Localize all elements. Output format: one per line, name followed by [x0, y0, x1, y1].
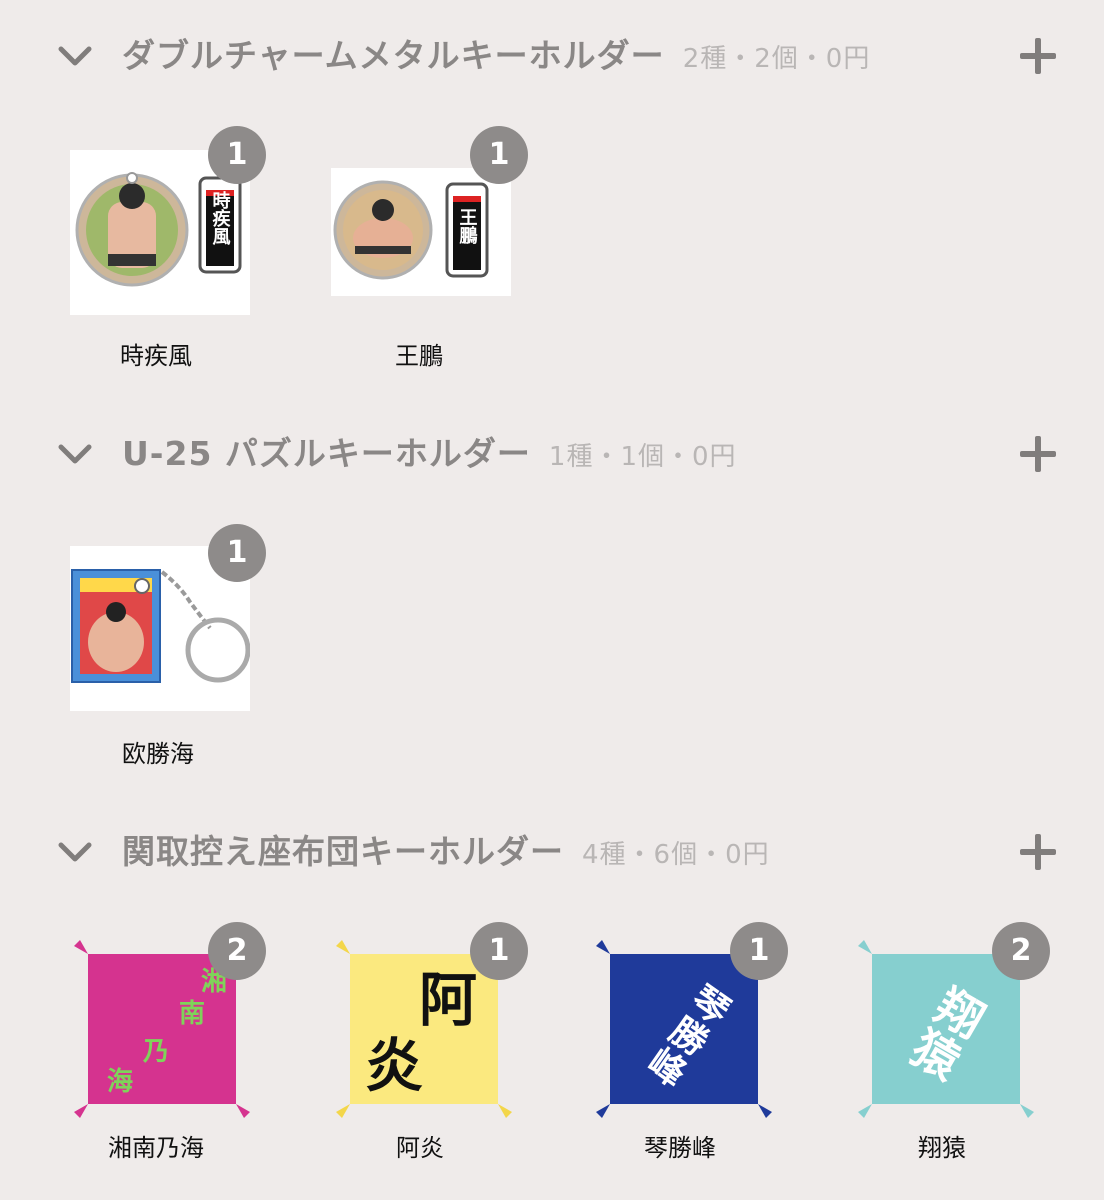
- item-label: 湘南乃海: [108, 1134, 204, 1162]
- charm-tag-text: 時疾風: [210, 191, 231, 246]
- plus-icon[interactable]: [1020, 38, 1056, 74]
- chevron-down-icon[interactable]: [58, 442, 92, 466]
- count-badge: 1: [208, 126, 266, 184]
- svg-text:南: 南: [179, 999, 205, 1029]
- section-stats: 1種・1個・0円: [548, 442, 737, 472]
- item-label: 阿炎: [396, 1134, 444, 1162]
- item-label: 欧勝海: [122, 740, 194, 768]
- section-header-zabuton[interactable]: 関取控え座布団キーホルダー 4種・6個・0円: [0, 822, 1104, 882]
- item-label: 琴勝峰: [644, 1134, 716, 1162]
- plus-icon[interactable]: [1020, 834, 1056, 870]
- count-badge: 1: [470, 922, 528, 980]
- section-header-double-charm[interactable]: ダブルチャームメタルキーホルダー 2種・2個・0円: [0, 26, 1104, 86]
- item-label: 翔猿: [918, 1134, 966, 1162]
- item-label: 王鵬: [395, 342, 443, 370]
- svg-text:炎: 炎: [365, 1032, 423, 1100]
- chevron-down-icon[interactable]: [58, 840, 92, 864]
- count-badge: 1: [208, 524, 266, 582]
- svg-text:海: 海: [107, 1067, 133, 1097]
- section-title: ダブルチャームメタルキーホルダー 2種・2個・0円: [122, 36, 871, 75]
- section-stats: 4種・6個・0円: [582, 840, 770, 870]
- section-title: 関取控え座布団キーホルダー 4種・6個・0円: [122, 832, 770, 871]
- charm-tag-text: 王鵬: [457, 208, 478, 245]
- count-badge: 2: [992, 922, 1050, 980]
- section-header-u25-puzzle[interactable]: U-25 パズルキーホルダー 1種・1個・0円: [0, 424, 1104, 484]
- svg-text:阿: 阿: [419, 966, 477, 1034]
- svg-text:乃: 乃: [143, 1037, 169, 1067]
- chevron-down-icon[interactable]: [58, 44, 92, 68]
- item-image: 王鵬: [331, 168, 511, 296]
- count-badge: 1: [470, 126, 528, 184]
- plus-icon[interactable]: [1020, 436, 1056, 472]
- section-title: U-25 パズルキーホルダー 1種・1個・0円: [122, 434, 737, 473]
- item-label: 時疾風: [120, 342, 192, 370]
- count-badge: 2: [208, 922, 266, 980]
- section-stats: 2種・2個・0円: [682, 44, 871, 74]
- count-badge: 1: [730, 922, 788, 980]
